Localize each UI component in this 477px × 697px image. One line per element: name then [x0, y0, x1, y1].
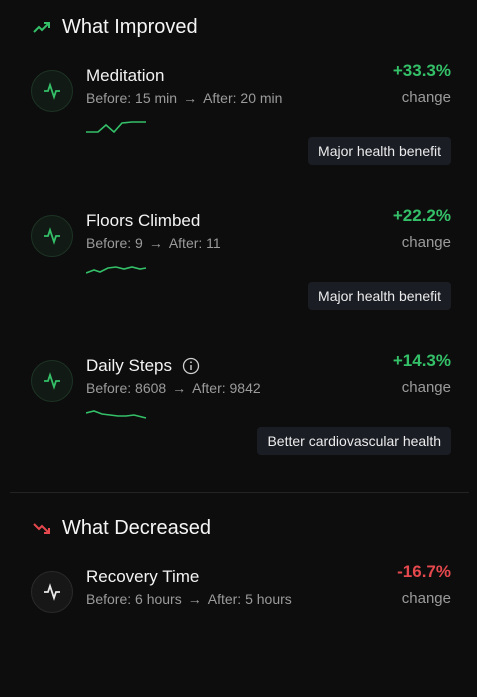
metric-name: Daily Steps — [86, 356, 200, 376]
metric-percent-change: -16.7% — [397, 562, 451, 581]
activity-icon — [44, 227, 60, 245]
sparkline — [86, 410, 147, 419]
metric-before-after: Before: 8608 → After: 9842 — [86, 380, 261, 396]
benefit-tag: Major health benefit — [308, 282, 451, 310]
benefit-tag: Better cardiovascular health — [257, 427, 451, 455]
metric-before-after: Before: 6 hours → After: 5 hours — [86, 591, 292, 607]
arrow-right-icon: → — [187, 591, 202, 607]
arrow-right-icon: → — [183, 90, 198, 106]
trending-up-icon — [33, 21, 50, 33]
metric-icon-badge — [31, 215, 73, 257]
info-icon[interactable] — [182, 357, 200, 375]
metric-icon-badge — [31, 360, 73, 402]
activity-icon — [44, 372, 60, 390]
metric-card-meditation[interactable]: Meditation Before: 15 min → After: 20 mi… — [31, 61, 451, 196]
metric-icon-badge — [31, 571, 73, 613]
improved-section-title: What Improved — [32, 16, 198, 39]
sparkline — [86, 266, 147, 274]
metric-change-label: change — [401, 590, 451, 607]
metric-card-daily-steps[interactable]: Daily Steps Before: 8608 → After: 9842 +… — [31, 351, 451, 486]
section-divider — [10, 492, 469, 493]
metric-card-recovery-time[interactable]: Recovery Time Before: 6 hours → After: 5… — [31, 562, 451, 697]
metric-name: Recovery Time — [86, 567, 200, 586]
trending-down-icon — [33, 522, 50, 534]
metric-name: Meditation — [86, 66, 165, 85]
metric-before-after: Before: 15 min → After: 20 min — [86, 90, 283, 106]
activity-icon — [44, 82, 60, 100]
metric-icon-badge — [31, 70, 73, 112]
sparkline — [86, 121, 146, 134]
benefit-tag: Major health benefit — [308, 137, 451, 165]
arrow-right-icon: → — [148, 235, 163, 251]
arrow-right-icon: → — [172, 380, 187, 396]
metric-percent-change: +33.3% — [392, 61, 451, 80]
metric-percent-change: +22.2% — [392, 206, 451, 225]
activity-icon — [44, 583, 60, 601]
metric-change-label: change — [401, 379, 451, 396]
decreased-title-text: What Decreased — [62, 517, 211, 539]
metric-percent-change: +14.3% — [392, 351, 451, 370]
decreased-section-title: What Decreased — [32, 517, 211, 540]
metric-change-label: change — [401, 234, 451, 251]
metric-before-after: Before: 9 → After: 11 — [86, 235, 221, 251]
metric-change-label: change — [401, 89, 451, 106]
metric-card-floors-climbed[interactable]: Floors Climbed Before: 9 → After: 11 +22… — [31, 206, 451, 341]
improved-title-text: What Improved — [62, 16, 198, 38]
metric-name: Floors Climbed — [86, 211, 201, 230]
